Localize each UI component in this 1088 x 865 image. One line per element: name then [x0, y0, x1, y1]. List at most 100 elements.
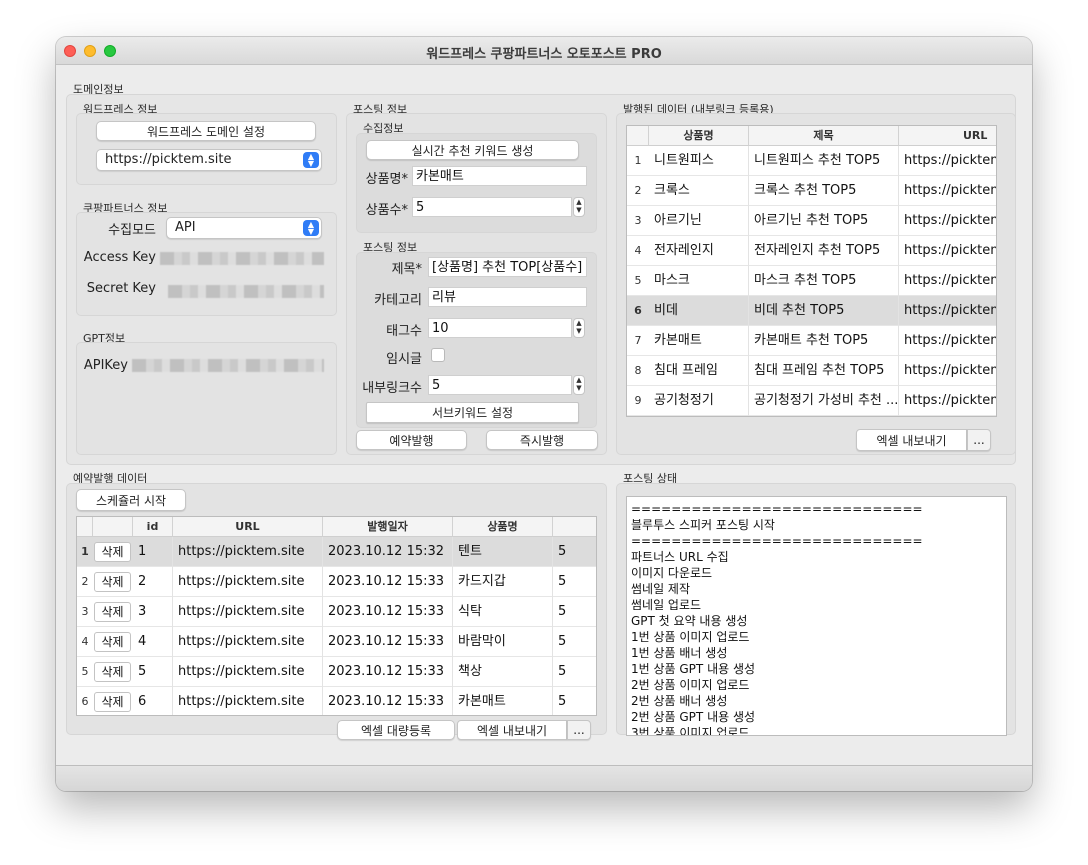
scheduled-row[interactable]: 1 삭제 1 https://picktem.site 2023.10.12 15:32… [77, 537, 596, 567]
published-header-title[interactable]: 제목 [749, 126, 899, 146]
published-row[interactable]: 5 마스크 마스크 추천 TOP5 https://picktem. [627, 266, 996, 296]
chevron-updown-icon: ▲ ▼ [303, 220, 319, 236]
internal-link-count-stepper[interactable]: ▲ ▼ [573, 375, 585, 395]
api-key-label: APIKey [83, 358, 128, 373]
scheduled-row[interactable]: 5 삭제 5 https://picktem.site 2023.10.12 15:33… [77, 657, 596, 687]
scheduled-more-button[interactable]: ... [567, 720, 591, 740]
scheduled-row[interactable]: 6 삭제 6 https://picktem.site 2023.10.12 15:33… [77, 687, 596, 715]
published-row[interactable]: 1 니트원피스 니트원피스 추천 TOP5 https://picktem. [627, 146, 996, 176]
published-title-cell: 전자레인지 추천 TOP5 [749, 236, 899, 266]
published-row[interactable]: 4 전자레인지 전자레인지 추천 TOP5 https://picktem. [627, 236, 996, 266]
delete-row-button[interactable]: 삭제 [94, 632, 131, 652]
status-log[interactable]: ============================= 블루투스 스피커 포스… [626, 496, 1007, 736]
secret-key-label: Secret Key [86, 281, 156, 296]
scheduled-count-cell: 5 [553, 597, 596, 627]
window-title: 워드프레스 쿠팡파트너스 오토포스트 PRO [426, 47, 662, 62]
api-key-field[interactable] [132, 359, 324, 372]
delete-row-button[interactable]: 삭제 [94, 662, 131, 682]
scheduled-row[interactable]: 4 삭제 4 https://picktem.site 2023.10.12 15:33… [77, 627, 596, 657]
scheduled-row[interactable]: 3 삭제 3 https://picktem.site 2023.10.12 15:33… [77, 597, 596, 627]
delete-row-button[interactable]: 삭제 [94, 542, 131, 562]
product-count-label: 상품수* [365, 203, 408, 218]
scheduled-row[interactable]: 2 삭제 2 https://picktem.site 2023.10.12 15:33… [77, 567, 596, 597]
scheduled-row-number: 3 [81, 605, 89, 618]
published-row-number: 5 [634, 274, 642, 287]
status-log-line: 2번 상품 GPT 내용 생성 [631, 710, 756, 724]
domain-select-value: https://picktem.site [105, 152, 232, 167]
delete-row-button[interactable]: 삭제 [94, 572, 131, 592]
scheduled-id-cell: 4 [133, 627, 173, 657]
scheduled-export-button[interactable]: 엑셀 내보내기 [457, 720, 567, 740]
published-header-product[interactable]: 상품명 [649, 126, 749, 146]
excel-bulk-import-button[interactable]: 엑셀 대량등록 [337, 720, 455, 740]
scheduled-header-id[interactable]: id [133, 517, 173, 537]
scheduled-id-cell: 5 [133, 657, 173, 687]
delete-row-button[interactable]: 삭제 [94, 692, 131, 712]
product-count-stepper[interactable]: ▲ ▼ [573, 197, 585, 217]
published-row[interactable]: 3 아르기닌 아르기닌 추천 TOP5 https://picktem. [627, 206, 996, 236]
tag-count-stepper[interactable]: ▲ ▼ [573, 318, 585, 338]
scheduled-url-cell: https://picktem.site [173, 597, 323, 627]
scheduled-date-cell: 2023.10.12 15:33 [323, 627, 453, 657]
scheduled-header-count[interactable]: 상 [553, 517, 596, 537]
draft-checkbox[interactable] [431, 348, 445, 362]
published-header-url[interactable]: URL [899, 126, 996, 146]
internal-link-count-label: 내부링크수 [362, 381, 422, 396]
subkeyword-settings-button[interactable]: 서브키워드 설정 [366, 402, 579, 423]
wordpress-domain-button[interactable]: 워드프레스 도메인 설정 [96, 121, 316, 141]
scheduled-header-corner [77, 517, 93, 537]
tag-count-input[interactable]: 10 [428, 318, 572, 338]
published-title-cell: 마스크 추천 TOP5 [749, 266, 899, 296]
published-title-cell: 침대 프레임 추천 TOP5 [749, 356, 899, 386]
scheduled-header-delete[interactable] [93, 517, 133, 537]
scheduled-count-cell: 5 [553, 657, 596, 687]
scheduled-header-date[interactable]: 발행일자 [323, 517, 453, 537]
delete-row-button[interactable]: 삭제 [94, 602, 131, 622]
domain-select[interactable]: https://picktem.site ▲ ▼ [96, 149, 322, 171]
status-log-line: 파트너스 URL 수집 [631, 550, 729, 564]
scheduled-count-cell: 5 [553, 687, 596, 715]
schedule-publish-button[interactable]: 예약발행 [356, 430, 467, 450]
secret-key-field[interactable] [168, 285, 324, 298]
post-title-label: 제목* [391, 262, 422, 277]
scheduled-date-cell: 2023.10.12 15:33 [323, 687, 453, 715]
category-label: 카테고리 [374, 293, 422, 308]
internal-link-count-input[interactable]: 5 [428, 375, 572, 395]
published-row[interactable]: 6 비데 비데 추천 TOP5 https://picktem. [627, 296, 996, 326]
published-row[interactable]: 2 크록스 크록스 추천 TOP5 https://picktem. [627, 176, 996, 206]
published-row-number: 9 [634, 394, 642, 407]
bottom-bar [56, 765, 1032, 791]
product-count-input[interactable]: 5 [412, 197, 572, 217]
published-title-cell: 니트원피스 추천 TOP5 [749, 146, 899, 176]
published-product-cell: 침대 프레임 [649, 356, 749, 386]
publish-now-button[interactable]: 즉시발행 [486, 430, 598, 450]
product-name-input[interactable]: 카본매트 [412, 166, 587, 186]
published-url-cell: https://picktem. [899, 386, 996, 416]
published-url-cell: https://picktem. [899, 146, 996, 176]
scheduled-id-cell: 3 [133, 597, 173, 627]
scheduled-url-cell: https://picktem.site [173, 687, 323, 715]
access-key-field[interactable] [160, 252, 324, 265]
status-log-line: 1번 상품 배너 생성 [631, 646, 728, 660]
scheduled-url-cell: https://picktem.site [173, 627, 323, 657]
collect-mode-select[interactable]: API ▲ ▼ [166, 217, 322, 239]
scheduled-product-cell: 식탁 [453, 597, 553, 627]
generate-keyword-button[interactable]: 실시간 추천 키워드 생성 [366, 140, 579, 160]
published-row-number: 8 [634, 364, 642, 377]
published-title-cell: 비데 추천 TOP5 [749, 296, 899, 326]
published-row-number: 6 [634, 304, 642, 317]
scheduled-header-product[interactable]: 상품명 [453, 517, 553, 537]
post-title-input[interactable]: [상품명] 추천 TOP[상품수] [428, 257, 587, 277]
published-more-button[interactable]: ... [967, 429, 991, 451]
published-product-cell: 마스크 [649, 266, 749, 296]
category-input[interactable]: 리뷰 [428, 287, 587, 307]
published-row[interactable]: 9 공기청정기 공기청정기 가성비 추천 ... https://picktem. [627, 386, 996, 416]
scheduled-id-cell: 1 [133, 537, 173, 567]
published-row[interactable]: 8 침대 프레임 침대 프레임 추천 TOP5 https://picktem. [627, 356, 996, 386]
scheduler-start-button[interactable]: 스케쥴러 시작 [76, 489, 186, 511]
published-export-button[interactable]: 엑셀 내보내기 [856, 429, 967, 451]
published-product-cell: 아르기닌 [649, 206, 749, 236]
published-row[interactable]: 7 카본매트 카본매트 추천 TOP5 https://picktem. [627, 326, 996, 356]
scheduled-header-url[interactable]: URL [173, 517, 323, 537]
published-url-cell: https://picktem. [899, 326, 996, 356]
